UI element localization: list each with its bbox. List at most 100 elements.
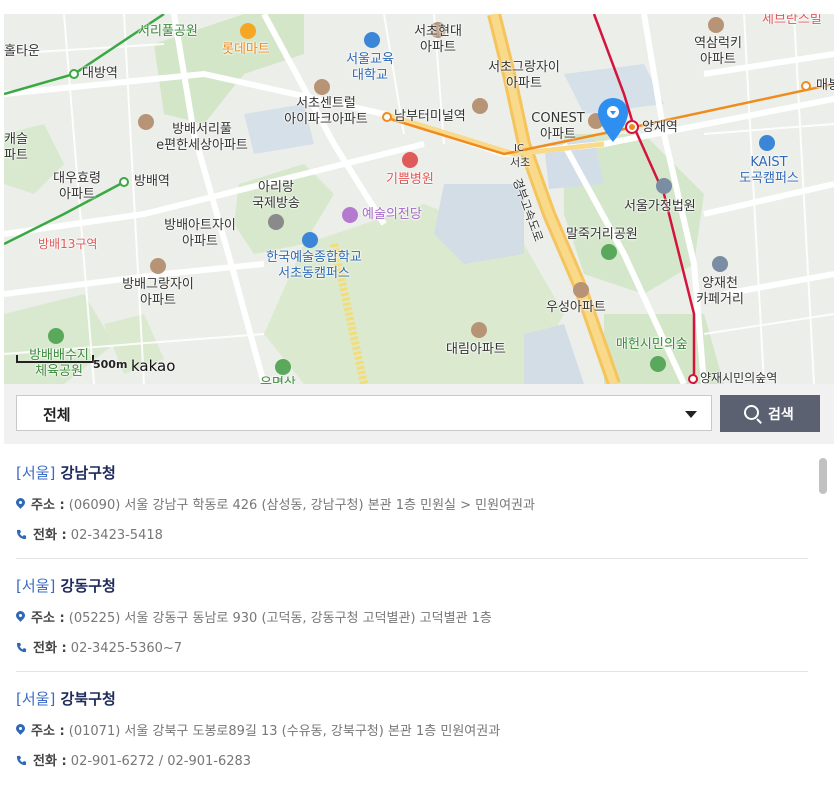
search-bar: 전체 검색 — [4, 384, 834, 444]
scale-bar — [16, 355, 94, 363]
phone-icon — [16, 755, 27, 766]
item-name: 강남구청 — [60, 464, 116, 482]
search-icon — [744, 405, 759, 420]
park-icon — [650, 356, 666, 372]
scrollbar[interactable] — [818, 456, 828, 768]
kakao-logo: kakao — [131, 357, 176, 375]
map-label: 서초 — [510, 156, 531, 169]
court-icon — [656, 178, 672, 194]
phone-row: 전화 : 02-901-6272 / 02-901-6283 — [16, 750, 251, 769]
map-label: 양재천 카페거리 — [696, 276, 744, 307]
map-label: 우성아파트 — [546, 300, 606, 315]
map-label: IC — [514, 143, 524, 154]
park-icon — [601, 244, 617, 260]
scale-label: 500m — [93, 358, 128, 371]
map-label: 캐슬 파트 — [4, 132, 28, 163]
address-value: (05225) 서울 강동구 동남로 930 (고덕동, 강동구청 고덕별관) … — [68, 611, 492, 626]
map-label: 예술의전당 — [362, 207, 422, 222]
map-label: 롯데마트 — [222, 42, 270, 57]
arts-center-icon — [342, 207, 358, 223]
map-label: 말죽거리공원 — [566, 227, 638, 242]
map-label: 매헌시민의숲 — [616, 337, 688, 352]
address-label: 주소 : — [31, 611, 65, 626]
map-label: 기쁨병원 — [386, 172, 434, 187]
scrollbar-thumb[interactable] — [819, 458, 827, 494]
map-label: 서울교육 대학교 — [346, 52, 394, 83]
address-label: 주소 : — [31, 498, 65, 513]
map-label: 홀타운 — [4, 44, 40, 59]
list-item[interactable]: [서울] 강북구청 주소 : (01071) 서울 강북구 도봉로89길 13 … — [16, 688, 808, 784]
map-pin-icon — [16, 498, 25, 510]
item-region: [서울] — [16, 690, 56, 708]
address-label: 주소 : — [31, 724, 65, 739]
map-label: 우면산 — [260, 376, 296, 384]
broadcast-icon — [268, 214, 284, 230]
map-label: 남부터미널역 — [394, 109, 466, 124]
map-label: 서초현대 아파트 — [414, 24, 462, 55]
map-label: 방배배수지 체육공원 — [29, 348, 89, 379]
phone-value: 02-3423-5418 — [70, 528, 163, 543]
map-pin-icon — [16, 724, 25, 736]
location-pin-icon[interactable] — [596, 96, 630, 144]
apartment-icon — [314, 79, 330, 95]
address-row: 주소 : (05225) 서울 강동구 동남로 930 (고덕동, 강동구청 고… — [16, 607, 492, 626]
map-view[interactable]: 서리풀공원 롯데마트 서울교육 대학교 서초현대 아파트 역삼럭키 아파트 세브란스빌… — [4, 14, 834, 384]
phone-value: 02-3425-5360~7 — [70, 641, 183, 656]
map-pin-icon — [16, 611, 25, 623]
map-label: 한국예술종합학교 서초동캠퍼스 — [266, 250, 362, 281]
kaist-icon — [759, 135, 775, 151]
result-list: [서울] 강남구청 주소 : (06090) 서울 강남구 학동로 426 (삼… — [4, 444, 834, 790]
map-label: 매봉 — [816, 78, 834, 93]
map-label: 서초그랑자이 아파트 — [488, 60, 560, 91]
hospital-icon — [402, 152, 418, 168]
university-icon — [364, 32, 380, 48]
item-title[interactable]: [서울] 강동구청 — [16, 575, 116, 596]
phone-row: 전화 : 02-3423-5418 — [16, 524, 163, 543]
map-label: 대림아파트 — [446, 342, 506, 357]
park-icon — [275, 359, 291, 375]
item-region: [서울] — [16, 577, 56, 595]
address-value: (01071) 서울 강북구 도봉로89길 13 (수유동, 강북구청) 본관 … — [68, 724, 501, 739]
map-label: 양재역 — [642, 120, 678, 135]
apartment-icon — [573, 282, 589, 298]
search-button-label: 검색 — [768, 407, 794, 423]
item-title[interactable]: [서울] 강북구청 — [16, 688, 116, 709]
map-label: 역삼럭키 아파트 — [694, 36, 742, 67]
map-label: 서초센트럴 아이파크아파트 — [284, 96, 368, 127]
map-label: 방배그랑자이 아파트 — [122, 277, 194, 308]
university-icon — [302, 232, 318, 248]
map-label: 방배서리풀 e편한세상아파트 — [156, 122, 248, 153]
item-title[interactable]: [서울] 강남구청 — [16, 462, 116, 483]
apartment-icon — [150, 258, 166, 274]
phone-label: 전화 : — [33, 528, 67, 543]
map-label: 서울가정법원 — [624, 199, 696, 214]
phone-value: 02-901-6272 / 02-901-6283 — [70, 754, 252, 769]
map-label: CONEST 아파트 — [531, 111, 585, 142]
list-item[interactable]: [서울] 강남구청 주소 : (06090) 서울 강남구 학동로 426 (삼… — [16, 462, 808, 559]
map-label: 아리랑 국제방송 — [252, 180, 300, 211]
map-label: 방배13구역 — [38, 237, 98, 251]
map-label: 방배아트자이 아파트 — [164, 218, 236, 249]
map-label: 세브란스빌 — [762, 14, 822, 27]
item-name: 강동구청 — [60, 577, 116, 595]
region-select-value: 전체 — [43, 406, 71, 424]
phone-icon — [16, 529, 27, 540]
map-label: KAIST 도곡캠퍼스 — [739, 155, 799, 186]
address-row: 주소 : (06090) 서울 강남구 학동로 426 (삼성동, 강남구청) … — [16, 494, 535, 513]
search-button[interactable]: 검색 — [720, 395, 820, 432]
map-label: 대우효령 아파트 — [53, 171, 101, 202]
phone-label: 전화 : — [33, 641, 67, 656]
cafe-street-icon — [712, 256, 728, 272]
address-value: (06090) 서울 강남구 학동로 426 (삼성동, 강남구청) 본관 1층… — [68, 498, 535, 513]
map-label: 양재시민의숲역 — [700, 371, 778, 384]
lotte-mart-icon — [240, 23, 256, 39]
item-region: [서울] — [16, 464, 56, 482]
address-row: 주소 : (01071) 서울 강북구 도봉로89길 13 (수유동, 강북구청… — [16, 720, 500, 739]
phone-label: 전화 : — [33, 754, 67, 769]
region-select[interactable]: 전체 — [16, 395, 712, 431]
list-item[interactable]: [서울] 강동구청 주소 : (05225) 서울 강동구 동남로 930 (고… — [16, 575, 808, 672]
map-canvas — [4, 14, 834, 384]
map-label: 서리풀공원 — [138, 24, 198, 39]
apartment-icon — [472, 98, 488, 114]
triangle-down-icon — [685, 411, 697, 418]
